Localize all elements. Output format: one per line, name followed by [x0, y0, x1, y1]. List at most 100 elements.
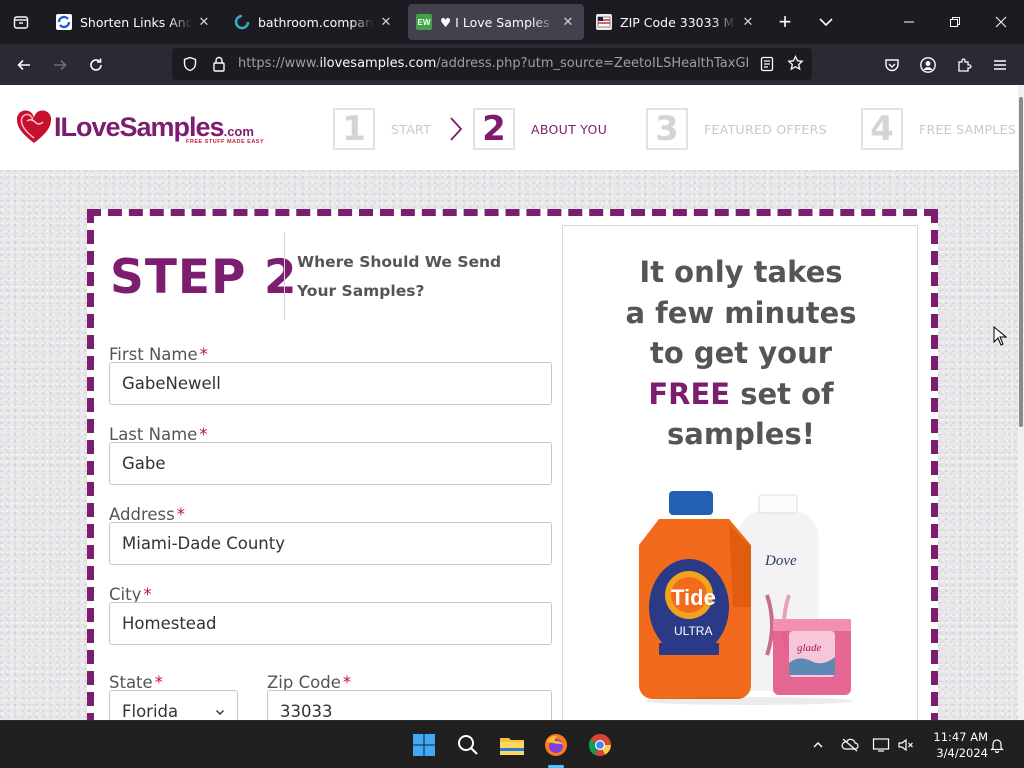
zipcode-favicon-icon: [596, 14, 612, 30]
system-clock[interactable]: 11:47 AM 3/4/2024: [922, 729, 988, 761]
promo-box: It only takes a few minutes to get your …: [562, 225, 918, 720]
logo-tagline: FREE STUFF MADE EASY: [186, 139, 265, 145]
step-number: 1: [333, 108, 375, 150]
tide-bottle-icon: Tide ULTRA: [639, 491, 751, 699]
show-hidden-icons-chevron-up-icon[interactable]: [808, 735, 828, 755]
new-tab-plus-icon[interactable]: +: [772, 10, 798, 36]
account-icon[interactable]: [913, 50, 943, 80]
hamburger-menu-icon[interactable]: [985, 50, 1015, 80]
first-name-input[interactable]: GabeNewell: [109, 362, 552, 405]
svg-text:glade: glade: [797, 642, 822, 654]
chevron-right-icon: [450, 117, 463, 141]
tab-title: ZIP Code 33033 Map, Demographics: [620, 14, 736, 30]
comparequotes-favicon-icon: [234, 14, 250, 30]
step-number: 4: [861, 108, 903, 150]
promo-line: samples!: [667, 417, 815, 451]
lock-icon[interactable]: [212, 56, 226, 77]
tab-title: Shorten Links And Earn: [80, 14, 192, 30]
clock-time: 11:47 AM: [933, 730, 988, 744]
firefox-view-icon[interactable]: [0, 0, 42, 44]
city-input[interactable]: Homestead: [109, 602, 552, 645]
search-icon[interactable]: [452, 729, 484, 761]
promo-line: to get your: [649, 336, 833, 370]
url-path: /address.php?utm_source=ZeetoILSHealthTa…: [436, 56, 748, 71]
extensions-puzzle-icon[interactable]: [949, 50, 979, 80]
step-2: 2 ABOUT YOU: [473, 108, 607, 150]
step-label: ABOUT YOU: [531, 121, 608, 137]
state-selected-value: Florida: [122, 702, 179, 720]
step-label: FEATURED OFFERS: [704, 121, 827, 137]
reader-view-icon[interactable]: [760, 56, 774, 77]
logo-text: ILoveSamples: [54, 111, 225, 142]
page-content: ILoveSamples.com FREE STUFF MADE EASY 1 …: [0, 85, 1018, 720]
svg-text:ULTRA: ULTRA: [674, 624, 712, 638]
address-input[interactable]: Miami-Dade County: [109, 522, 552, 565]
shortener-favicon-icon: [56, 14, 72, 30]
svg-text:Dove: Dove: [764, 553, 797, 569]
tab-zip-code[interactable]: ZIP Code 33033 Map, Demographics ✕: [588, 4, 764, 40]
navigation-toolbar: https://www.ilovesamples.com/address.php…: [0, 44, 1024, 85]
bookmark-star-icon[interactable]: [787, 54, 804, 77]
windows-start-icon[interactable]: [408, 729, 440, 761]
display-monitor-icon[interactable]: [871, 735, 891, 755]
notification-bell-icon[interactable]: [987, 735, 1007, 755]
step-label: START: [391, 121, 432, 137]
step-number: 3: [646, 108, 688, 150]
url-host: ilovesamples.com: [319, 56, 437, 71]
title-divider: [284, 232, 285, 320]
tab-shorten-links[interactable]: Shorten Links And Earn ✕: [48, 4, 220, 40]
volume-muted-icon[interactable]: [896, 735, 916, 755]
sample-products-image: Dove Tide ULTRA glade: [639, 491, 853, 705]
promo-line: It only takes: [639, 255, 843, 289]
clock-date: 3/4/2024: [936, 746, 988, 760]
heart-logo-icon: [16, 110, 52, 143]
glade-candle-icon: glade: [773, 619, 851, 695]
step-title: STEP 2: [110, 250, 298, 305]
site-header: ILoveSamples.com FREE STUFF MADE EASY 1 …: [0, 85, 1018, 170]
promo-line: FREE set of: [563, 374, 919, 415]
tab-i-love-samples[interactable]: EW ♥ I Love Samples ✕: [408, 4, 584, 40]
form-subtitle: Where Should We Send Your Samples?: [297, 253, 502, 300]
zip-code-input[interactable]: 33033: [267, 690, 552, 720]
last-name-input[interactable]: Gabe: [109, 442, 552, 485]
page-scrollbar[interactable]: [1018, 85, 1024, 720]
onedrive-offline-icon[interactable]: [840, 735, 860, 755]
logo-suffix: .com: [223, 123, 254, 139]
promo-text: It only takes a few minutes to get your …: [563, 252, 919, 455]
url-scheme: https://www.: [238, 56, 320, 71]
close-tab-icon[interactable]: ✕: [196, 14, 212, 30]
logo-wordmark: ILoveSamples.com: [54, 112, 254, 143]
restore-icon[interactable]: [932, 0, 978, 44]
address-form-panel: STEP 2 Where Should We Send Your Samples…: [87, 209, 938, 720]
minimize-icon[interactable]: [886, 0, 932, 44]
browser-tab-bar: Shorten Links And Earn ✕ bathroom.compar…: [0, 0, 1024, 44]
forward-arrow-icon[interactable]: [45, 50, 75, 80]
close-tab-icon[interactable]: ✕: [378, 14, 394, 30]
firefox-icon[interactable]: [540, 729, 572, 761]
scrollbar-thumb[interactable]: [1019, 97, 1023, 427]
step-label: FREE SAMPLES: [919, 121, 1017, 137]
url-text[interactable]: https://www.ilovesamples.com/address.php…: [238, 56, 748, 71]
tab-title: ♥ I Love Samples: [440, 14, 550, 30]
chrome-icon[interactable]: [584, 729, 616, 761]
chevron-down-icon: [216, 709, 224, 715]
close-window-icon[interactable]: [978, 0, 1024, 44]
promo-line: a few minutes: [625, 295, 857, 330]
step-3: 3 FEATURED OFFERS: [646, 108, 827, 150]
svg-text:Tide: Tide: [671, 585, 716, 610]
reload-icon[interactable]: [81, 50, 111, 80]
state-select[interactable]: Florida: [109, 690, 238, 720]
tracking-protection-shield-icon[interactable]: [182, 56, 198, 77]
tab-comparequotes[interactable]: bathroom.comparequotes ✕: [226, 4, 402, 40]
tab-title: bathroom.comparequotes: [258, 14, 374, 30]
list-all-tabs-chevron-icon[interactable]: [814, 10, 838, 34]
close-tab-icon[interactable]: ✕: [740, 14, 756, 30]
file-explorer-icon[interactable]: [496, 729, 528, 761]
close-tab-icon[interactable]: ✕: [560, 14, 576, 30]
back-arrow-icon[interactable]: [9, 50, 39, 80]
promo-line-rest: set of: [730, 376, 834, 411]
pocket-icon[interactable]: [877, 50, 907, 80]
windows-taskbar: 11:47 AM 3/4/2024: [0, 720, 1024, 768]
url-bar[interactable]: https://www.ilovesamples.com/address.php…: [172, 48, 812, 80]
promo-free-word: FREE: [648, 376, 731, 411]
